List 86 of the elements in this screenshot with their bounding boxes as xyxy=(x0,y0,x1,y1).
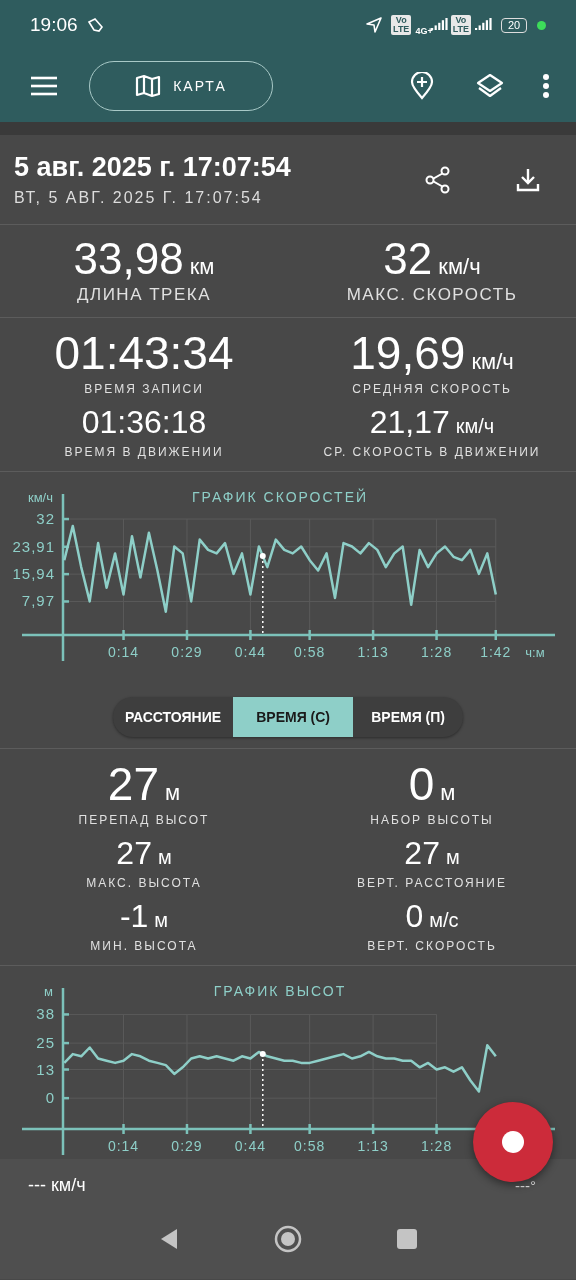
stat-label: МИН. ВЫСОТА xyxy=(90,939,198,953)
stat-value: -1 xyxy=(119,900,149,932)
menu-button[interactable] xyxy=(30,76,58,96)
stat-unit: м xyxy=(440,782,456,804)
stat-label: ПЕРЕПАД ВЫСОТ xyxy=(78,813,210,827)
mode-tab[interactable]: ВРЕМЯ (П) xyxy=(353,697,464,737)
stat-value: 32 xyxy=(383,237,433,281)
x-tick-label: 1:13 xyxy=(357,1138,389,1154)
stat-label: ДЛИНА ТРЕКА xyxy=(77,285,211,305)
axis-unit: м xyxy=(44,984,53,999)
stat-value: 01:43:34 xyxy=(54,330,234,376)
track-title: 5 авг. 2025 г. 17:07:54 xyxy=(14,152,292,183)
clock-time: 19:06 xyxy=(30,14,78,36)
axis-unit: км/ч xyxy=(28,490,53,505)
stat-label: ВЕРТ. СКОРОСТЬ xyxy=(367,939,497,953)
x-tick-label: 1:28 xyxy=(420,1138,453,1154)
stat-unit: км/ч xyxy=(438,256,481,278)
stat-value: 27 xyxy=(116,837,152,869)
x-tick-label: 1:42 xyxy=(480,644,512,660)
signal-icon xyxy=(475,18,493,32)
x-tick-label: 0:14 xyxy=(107,644,140,660)
x-tick-label: 1:13 xyxy=(357,644,389,660)
stat-label: ВРЕМЯ В ДВИЖЕНИИ xyxy=(64,445,224,459)
track-date: ВТ, 5 АВГ. 2025 Г. 17:07:54 xyxy=(14,189,264,207)
stat-unit: м xyxy=(165,782,181,804)
download-icon xyxy=(515,166,541,193)
volte-badge: Vo LTE xyxy=(391,15,412,35)
stat-unit: м/с xyxy=(429,910,459,930)
map-icon xyxy=(135,74,162,98)
x-tick-label: 0:44 xyxy=(234,644,267,660)
y-tick-label: 7,97 xyxy=(21,592,55,610)
y-tick-label: 13 xyxy=(36,1060,55,1078)
y-tick-label: 0 xyxy=(45,1089,55,1107)
notification-icon xyxy=(85,17,106,33)
y-tick-label: 38 xyxy=(36,1005,55,1023)
y-tick-label: 23,91 xyxy=(12,537,55,555)
stat-value: 01:36:18 xyxy=(81,406,207,438)
x-tick-label: 0:29 xyxy=(171,644,203,660)
stat-value: 33,98 xyxy=(73,237,184,281)
stat-label: СР. СКОРОСТЬ В ДВИЖЕНИИ xyxy=(323,445,541,459)
x-tick-label: 0:44 xyxy=(234,1138,267,1154)
location-arrow-icon xyxy=(365,16,384,34)
current-speed: --- км/ч xyxy=(28,1175,86,1196)
y-tick-label: 25 xyxy=(36,1034,55,1052)
x-tick-label: 0:29 xyxy=(171,1138,203,1154)
stat-label: НАБОР ВЫСОТЫ xyxy=(370,813,494,827)
stat-value: 27 xyxy=(107,761,159,807)
status-dot xyxy=(537,20,546,30)
chart-title: ГРАФИК СКОРОСТЕЙ xyxy=(191,489,369,505)
stat-label: ВРЕМЯ ЗАПИСИ xyxy=(84,382,204,396)
stat-value: 27 xyxy=(404,837,440,869)
map-button[interactable]: КАРТА xyxy=(89,61,273,111)
stat-unit: км xyxy=(189,256,215,278)
layers-icon xyxy=(476,72,504,100)
stat-value: 0 xyxy=(405,900,424,932)
stat-value: 21,17 xyxy=(369,406,450,438)
mode-tab[interactable]: ВРЕМЯ (С) xyxy=(233,697,354,737)
record-button[interactable] xyxy=(473,1102,553,1182)
mode-tab[interactable]: РАССТОЯНИЕ xyxy=(112,697,234,737)
more-icon xyxy=(542,73,550,99)
stat-unit: м xyxy=(157,847,172,867)
stat-label: СРЕДНЯЯ СКОРОСТЬ xyxy=(352,382,512,396)
home-icon xyxy=(274,1224,302,1253)
stat-label: МАКС. ВЫСОТА xyxy=(86,876,202,890)
chart-title: ГРАФИК ВЫСОТ xyxy=(213,983,347,999)
stat-value: 19,69 xyxy=(350,330,466,376)
stat-unit: м xyxy=(154,910,169,930)
volte-badge: Vo LTE xyxy=(450,15,471,35)
stat-value: 0 xyxy=(408,761,435,807)
battery-level: 20 xyxy=(501,17,527,33)
axis-unit: ч:м xyxy=(525,645,545,660)
stat-unit: км/ч xyxy=(471,351,514,373)
pin-plus-icon xyxy=(410,72,434,100)
stat-unit: км/ч xyxy=(455,416,495,436)
stat-unit: м xyxy=(445,847,460,867)
x-tick-label: 0:14 xyxy=(107,1138,140,1154)
x-tick-label: 0:58 xyxy=(294,644,326,660)
share-icon xyxy=(424,165,452,194)
network-type: 4G+ xyxy=(415,26,433,36)
y-tick-label: 15,94 xyxy=(12,565,55,583)
stat-label: МАКС. СКОРОСТЬ xyxy=(346,285,518,305)
y-tick-label: 32 xyxy=(36,510,55,528)
x-tick-label: 1:28 xyxy=(420,644,453,660)
x-tick-label: 0:58 xyxy=(294,1138,326,1154)
stat-label: ВЕРТ. РАССТОЯНИЕ xyxy=(357,876,507,890)
current-heading: ---° xyxy=(515,1177,536,1194)
